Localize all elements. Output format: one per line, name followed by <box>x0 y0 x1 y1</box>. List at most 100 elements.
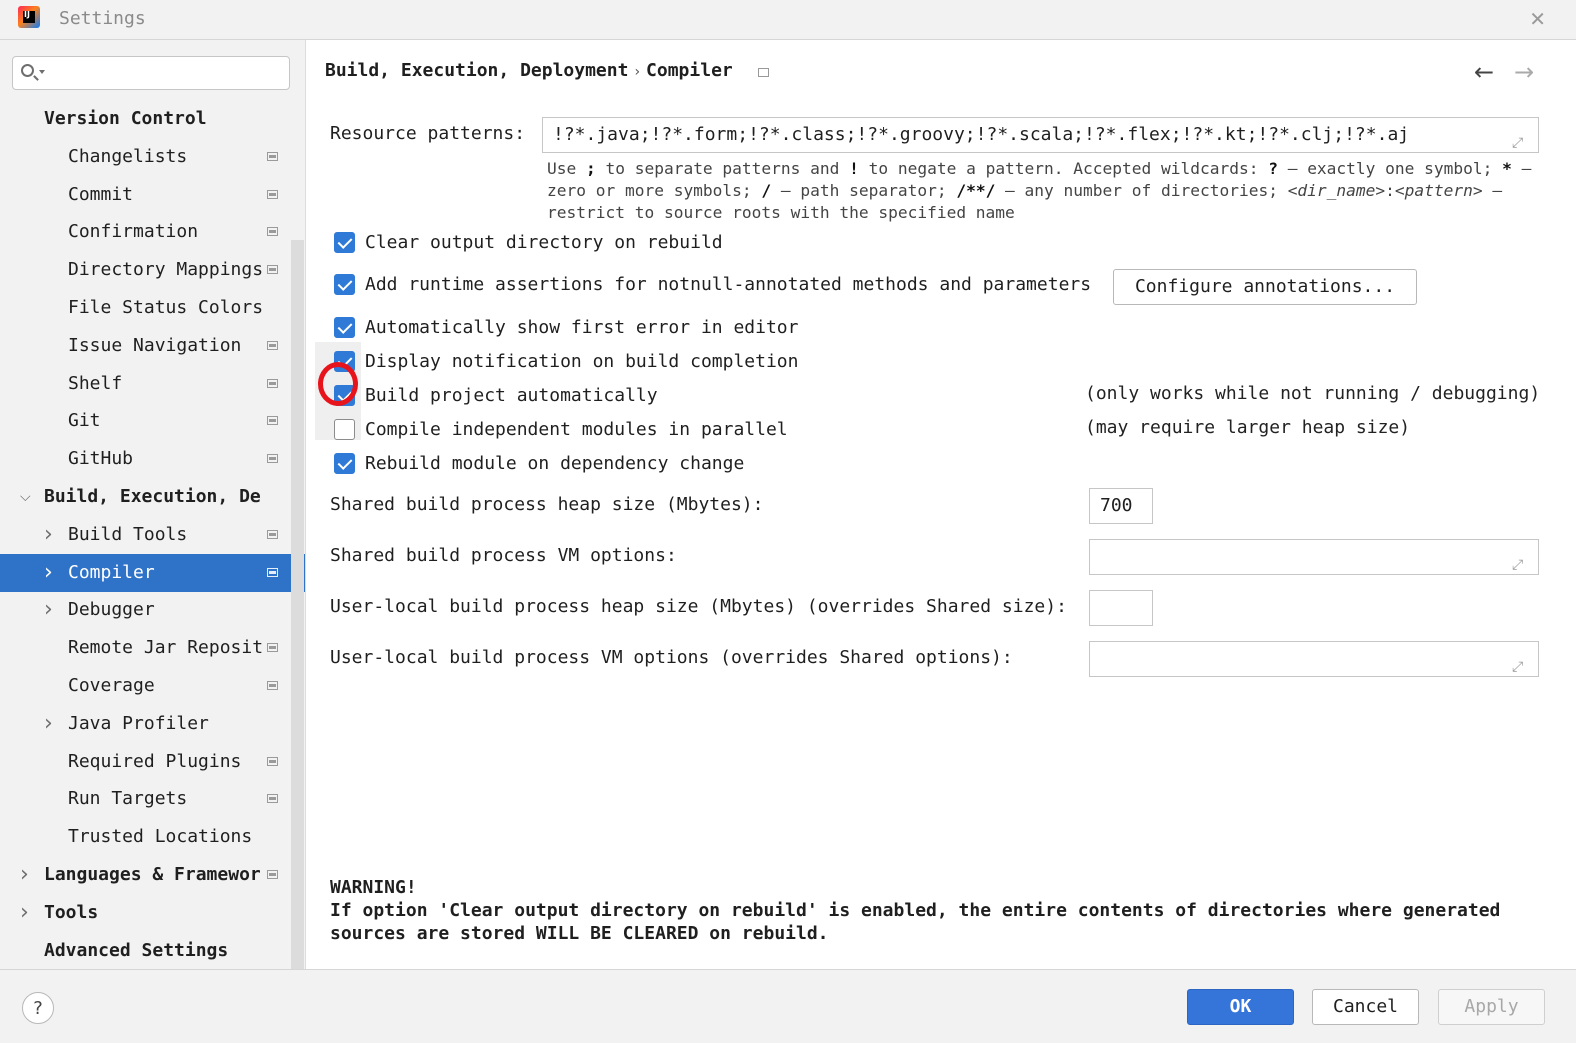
sidebar-item-remote-jar-reposit[interactable]: Remote Jar Reposit <box>0 629 305 667</box>
parallel-compilation-note: (may require larger heap size) <box>1085 417 1411 438</box>
user-local-vm-options-input[interactable]: ⤢ <box>1089 641 1539 677</box>
sidebar-item-label: Commit <box>68 183 134 205</box>
sidebar-item-label: Java Profiler <box>68 712 209 734</box>
project-level-page-icon <box>267 265 278 275</box>
build-notification-label: Display notification on build completion <box>365 351 799 372</box>
chevron-right-icon[interactable]: › <box>20 856 29 894</box>
clear-output-directory-label: Clear output directory on rebuild <box>365 232 723 253</box>
user-local-heap-input[interactable] <box>1089 590 1153 626</box>
project-level-page-icon <box>267 794 278 804</box>
parallel-compilation-checkbox[interactable] <box>334 419 355 440</box>
runtime-assertions-checkbox[interactable] <box>334 274 355 295</box>
sidebar-item-shelf[interactable]: Shelf <box>0 365 305 403</box>
sidebar-item-run-targets[interactable]: Run Targets <box>0 780 305 818</box>
project-level-page-icon <box>267 189 278 199</box>
sidebar-item-label: Version Control <box>44 108 207 129</box>
sidebar-item-git[interactable]: Git <box>0 402 305 440</box>
project-level-page-icon <box>267 151 278 161</box>
compiler-settings-panel: Build, Execution, Deployment › Compiler ← … <box>306 40 1576 969</box>
sidebar-item-debugger[interactable]: › Debugger <box>0 591 305 629</box>
chevron-down-icon[interactable]: ⌵ <box>20 478 31 516</box>
resource-patterns-input[interactable]: !?*.java;!?*.form;!?*.class;!?*.groovy;!… <box>542 117 1539 153</box>
rebuild-on-dependency-change-checkbox[interactable] <box>334 453 355 474</box>
project-level-page-icon <box>267 643 278 653</box>
sidebar-item-label: Run Targets <box>68 788 188 810</box>
cancel-button[interactable]: Cancel <box>1312 989 1419 1025</box>
window-title: Settings <box>59 8 146 29</box>
shared-vm-options-label: Shared build process VM options: <box>330 545 677 566</box>
search-history-dropdown-icon[interactable] <box>39 70 45 74</box>
sidebar-item-label: Trusted Locations <box>68 826 253 848</box>
sidebar-item-version-control[interactable]: Version Control <box>0 100 305 138</box>
expand-icon[interactable]: ⤢ <box>1512 548 1528 573</box>
sidebar-item-label: Build, Execution, Depl <box>44 486 262 507</box>
chevron-right-icon[interactable]: › <box>20 894 29 932</box>
shared-heap-input[interactable]: 700 <box>1089 488 1153 524</box>
sidebar-item-label: Remote Jar Reposit <box>68 637 262 659</box>
settings-sidebar: Version Control Changelists Commit Confirma… <box>0 40 306 969</box>
project-level-page-icon <box>267 378 278 388</box>
sidebar-item-directory-mappings[interactable]: Directory Mappings <box>0 251 305 289</box>
sidebar-item-label: Shelf <box>68 372 123 394</box>
project-level-page-icon <box>267 416 278 426</box>
configure-annotations-button[interactable]: Configure annotations... <box>1113 269 1417 305</box>
sidebar-item-build-tools[interactable]: › Build Tools <box>0 516 305 554</box>
sidebar-item-commit[interactable]: Commit <box>0 176 305 214</box>
sidebar-item-java-profiler[interactable]: › Java Profiler <box>0 705 305 743</box>
project-level-page-icon <box>267 227 278 237</box>
expand-icon[interactable]: ⤢ <box>1512 126 1528 151</box>
sidebar-item-issue-navigation[interactable]: Issue Navigation <box>0 327 305 365</box>
sidebar-item-trusted-locations[interactable]: Trusted Locations <box>0 818 305 856</box>
close-icon[interactable]: ✕ <box>1529 7 1546 31</box>
clear-output-directory-checkbox[interactable] <box>334 232 355 253</box>
project-level-page-icon <box>267 681 278 690</box>
project-level-page-icon <box>758 68 769 77</box>
project-level-page-icon <box>267 567 278 577</box>
build-project-automatically-checkbox[interactable] <box>334 385 355 406</box>
expand-icon[interactable]: ⤢ <box>1512 650 1528 675</box>
rebuild-on-dependency-change-label: Rebuild module on dependency change <box>365 453 745 474</box>
sidebar-item-confirmation[interactable]: Confirmation <box>0 213 305 251</box>
sidebar-item-label: File Status Colors <box>68 297 262 318</box>
breadcrumb: Build, Execution, Deployment › Compiler <box>325 60 733 81</box>
sidebar-item-required-plugins[interactable]: Required Plugins <box>0 743 305 781</box>
breadcrumb-separator: › <box>634 64 641 80</box>
sidebar-item-label: Directory Mappings <box>68 259 262 281</box>
search-input[interactable] <box>12 56 290 90</box>
runtime-assertions-label: Add runtime assertions for notnull-annot… <box>365 274 1092 295</box>
sidebar-item-tools[interactable]: › Tools <box>0 894 305 932</box>
shared-vm-options-input[interactable]: ⤢ <box>1089 539 1539 575</box>
resource-patterns-label: Resource patterns: <box>330 123 526 144</box>
resource-patterns-value: !?*.java;!?*.form;!?*.class;!?*.groovy;!… <box>553 124 1410 145</box>
arrow-left-icon[interactable]: ← <box>1474 58 1494 86</box>
apply-button[interactable]: Apply <box>1438 989 1545 1025</box>
sidebar-item-compiler[interactable]: › Compiler <box>0 553 305 592</box>
chevron-right-icon[interactable]: › <box>44 591 53 629</box>
sidebar-scrollbar[interactable] <box>291 240 304 969</box>
sidebar-item-advanced-settings[interactable]: Advanced Settings <box>0 932 305 970</box>
sidebar-item-label: Languages & Framewor <box>44 864 261 885</box>
breadcrumb-current: Compiler <box>646 60 733 81</box>
user-local-heap-label: User-local build process heap size (Mbyt… <box>330 596 1067 617</box>
show-first-error-checkbox[interactable] <box>334 317 355 338</box>
search-icon <box>21 64 34 77</box>
arrow-right-icon[interactable]: → <box>1514 58 1534 86</box>
sidebar-item-build-execution-depl[interactable]: ⌵ Build, Execution, Depl <box>0 478 305 516</box>
sidebar-item-changelists[interactable]: Changelists <box>0 138 305 176</box>
sidebar-item-coverage[interactable]: Coverage <box>0 667 305 705</box>
build-notification-checkbox[interactable] <box>334 351 355 372</box>
sidebar-item-file-status-colors[interactable]: File Status Colors <box>0 289 305 327</box>
project-level-page-icon <box>267 454 278 464</box>
project-level-page-icon <box>267 529 278 539</box>
project-level-page-icon <box>267 870 278 879</box>
help-button[interactable]: ? <box>22 992 54 1024</box>
ok-button[interactable]: OK <box>1187 989 1294 1025</box>
resource-patterns-hint: Use ; to separate patterns and ! to nega… <box>547 159 1532 222</box>
chevron-right-icon[interactable]: › <box>44 554 53 592</box>
sidebar-item-label: Debugger <box>68 599 155 621</box>
chevron-right-icon[interactable]: › <box>44 705 53 743</box>
sidebar-item-languages-framewor[interactable]: › Languages & Framewor <box>0 856 305 894</box>
sidebar-item-github[interactable]: GitHub <box>0 440 305 478</box>
chevron-right-icon[interactable]: › <box>44 516 53 554</box>
dialog-footer: ? OK Cancel Apply <box>0 969 1576 1043</box>
